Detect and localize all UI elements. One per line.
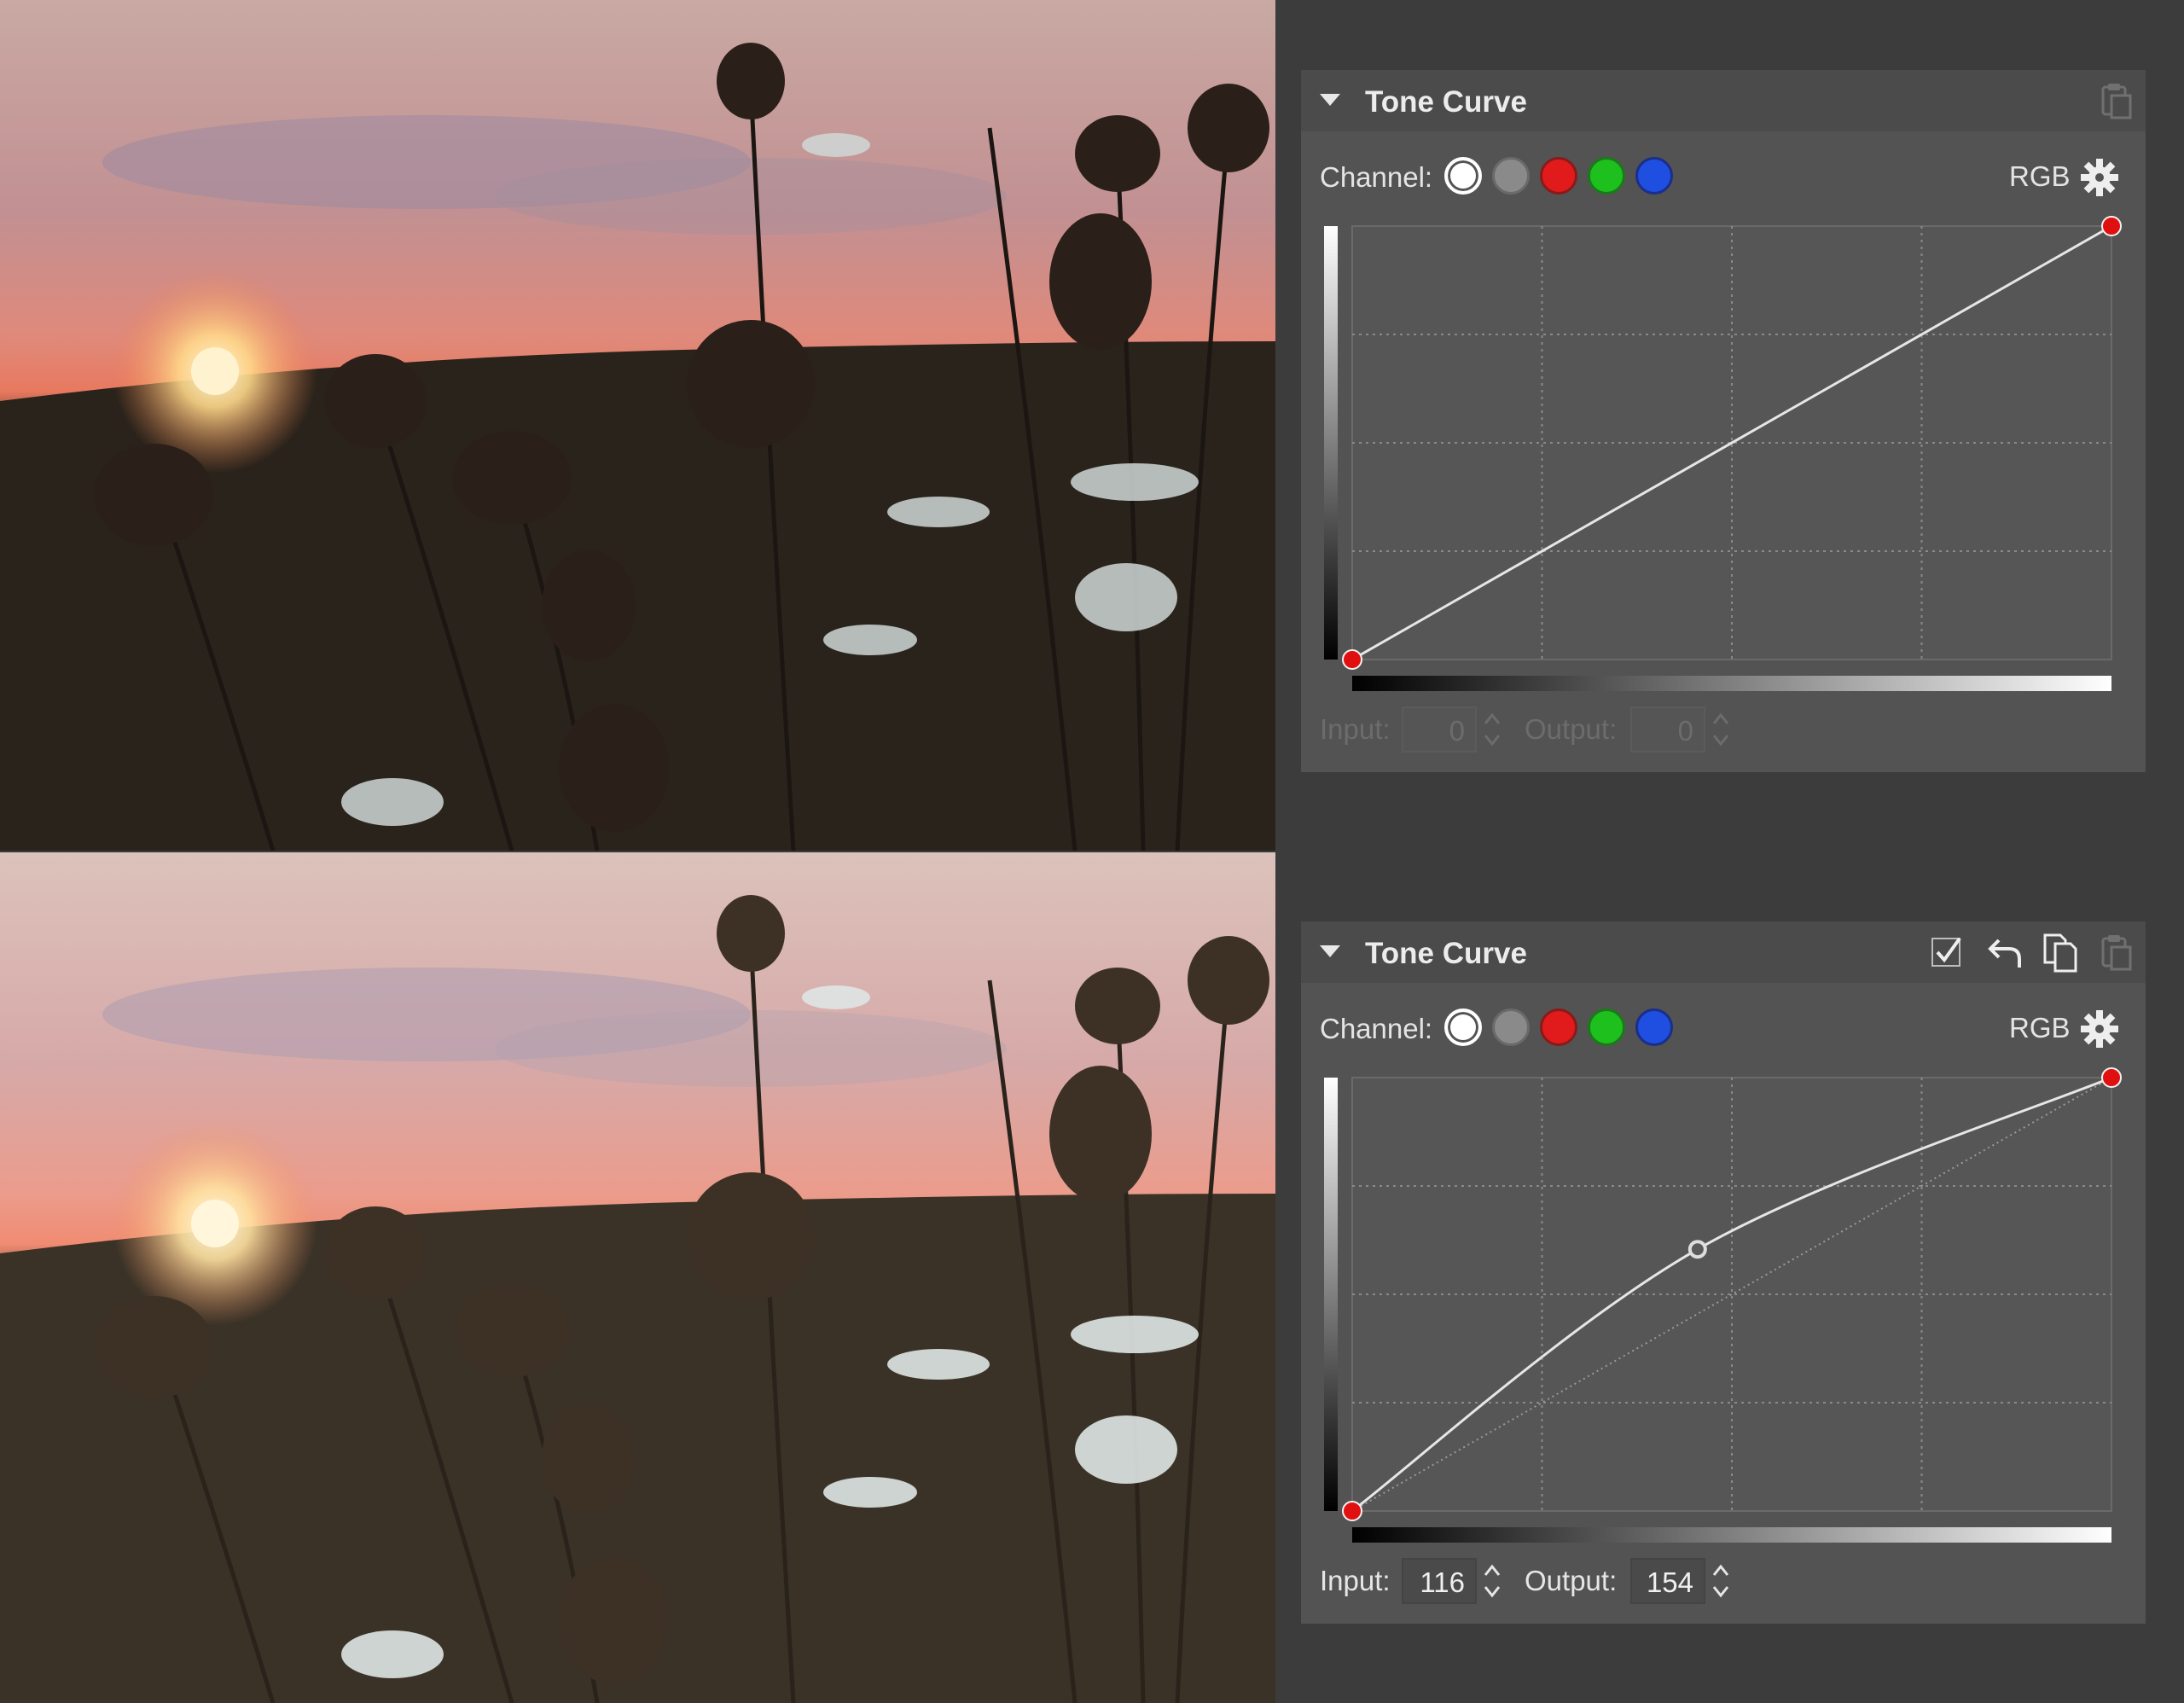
input-stepper[interactable] (1482, 1561, 1502, 1601)
output-stepper[interactable] (1711, 710, 1731, 749)
photo-after (0, 852, 1275, 1703)
landscape-image-after (0, 852, 1275, 1703)
landscape-image-before (0, 0, 1275, 851)
curve-endpoint[interactable] (1342, 1501, 1362, 1521)
curve-endpoint[interactable] (2101, 216, 2122, 236)
tone-curve-graph[interactable] (1301, 921, 2146, 1624)
curve-control-point[interactable] (1687, 1240, 1707, 1259)
photo-before (0, 0, 1275, 851)
curve-endpoint[interactable] (2101, 1067, 2122, 1088)
output-field[interactable]: 154 (1630, 1558, 1705, 1604)
output-label: Output: (1525, 713, 1618, 745)
input-field[interactable]: 116 (1402, 1558, 1477, 1604)
output-stepper[interactable] (1711, 1561, 1731, 1601)
input-label: Input: (1320, 713, 1391, 745)
tone-curve-panel-before: Tone Curve Channel: RGB Input: 0 Output:… (1301, 70, 2146, 772)
input-stepper[interactable] (1482, 710, 1502, 749)
tone-curve-graph[interactable] (1301, 70, 2146, 772)
input-field[interactable]: 0 (1402, 706, 1477, 753)
output-field[interactable]: 0 (1630, 706, 1705, 753)
input-label: Input: (1320, 1565, 1391, 1596)
output-label: Output: (1525, 1565, 1618, 1596)
curve-endpoint[interactable] (1342, 649, 1362, 670)
tone-curve-panel-after: Tone Curve Channel: RGB Input: 116 Outpu… (1301, 921, 2146, 1624)
